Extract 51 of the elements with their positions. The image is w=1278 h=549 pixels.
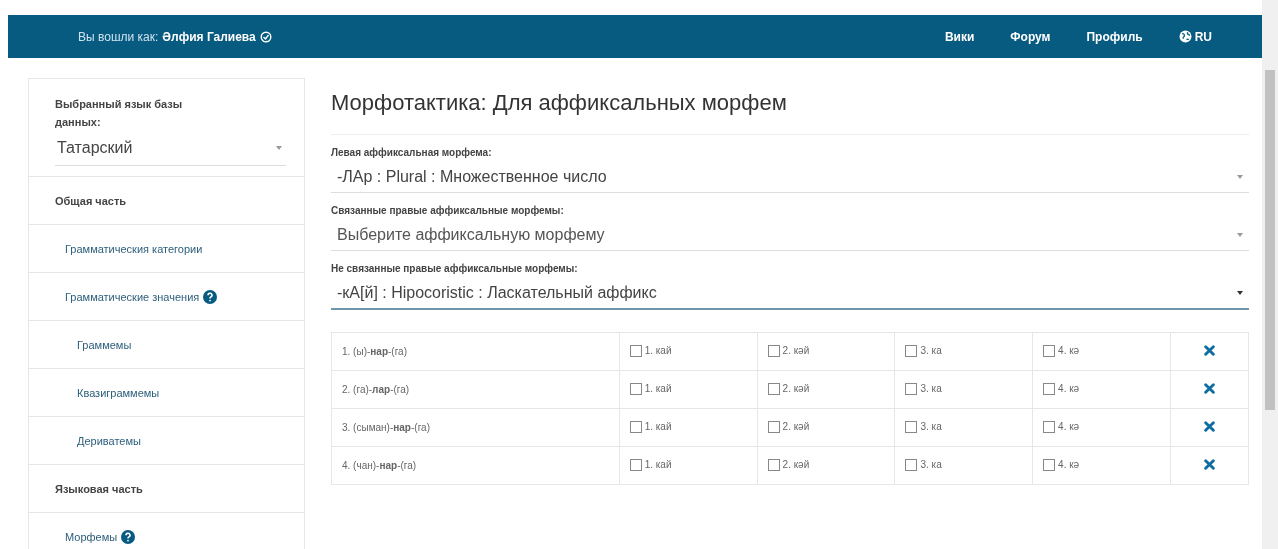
variant-checkbox[interactable]: 3. ка bbox=[905, 382, 942, 395]
delete-icon[interactable] bbox=[1203, 459, 1215, 470]
variant-checkbox[interactable]: 2. кәй bbox=[767, 344, 810, 357]
language-select[interactable]: Татарский bbox=[55, 131, 286, 166]
logged-in-label: Вы вошли как: bbox=[78, 29, 159, 44]
delete-icon[interactable] bbox=[1203, 421, 1215, 432]
sidebar-item[interactable]: Квазиграммемы bbox=[77, 386, 160, 399]
morpheme-select[interactable]: Выберите аффиксальную морфему bbox=[331, 220, 1249, 251]
field-label: Не связанные правые аффиксальные морфемы: bbox=[331, 263, 579, 274]
variant-checkbox[interactable]: 4. кә bbox=[1043, 382, 1080, 395]
morpheme-select[interactable]: -кА[й] : Hipocoristic : Ласкательный аффикс bbox=[331, 278, 1249, 310]
delete-icon[interactable] bbox=[1203, 383, 1215, 394]
morpheme-form: 1. (ы)-нар-(га) bbox=[342, 346, 407, 357]
morpheme-form: 2. (га)-лар-(га) bbox=[342, 384, 410, 395]
nav-link[interactable]: Профиль bbox=[1086, 29, 1143, 44]
sidebar-item[interactable]: Грамматическия категории bbox=[65, 242, 203, 255]
variant-checkbox[interactable]: 1. кай bbox=[629, 420, 672, 433]
page-title: Морфотактика: Для аффиксальных морфем bbox=[331, 78, 1249, 135]
sidebar-item[interactable]: Дериватемы bbox=[77, 434, 141, 447]
user-name-link[interactable]: Әлфия Галиева bbox=[162, 29, 256, 44]
sidebar-item[interactable]: Грамматические значения bbox=[65, 290, 200, 303]
nav-link[interactable]: Форум bbox=[1010, 29, 1051, 44]
variant-checkbox[interactable]: 3. ка bbox=[905, 420, 942, 433]
variant-checkbox[interactable]: 2. кәй bbox=[767, 458, 810, 471]
variant-checkbox[interactable]: 1. кай bbox=[629, 382, 672, 395]
help-icon[interactable] bbox=[203, 289, 218, 304]
morpheme-form: 3. (сыман)-нар-(га) bbox=[342, 422, 430, 433]
db-language-label: Выбранный язык базы данных: bbox=[55, 97, 184, 130]
variant-checkbox[interactable]: 4. кә bbox=[1043, 344, 1080, 357]
morpheme-select[interactable]: -ЛАр : Plural : Множественное число bbox=[331, 162, 1249, 193]
variant-checkbox[interactable]: 4. кә bbox=[1043, 458, 1080, 471]
field-label: Связанные правые аффиксальные морфемы: bbox=[331, 205, 565, 216]
variant-checkbox[interactable]: 4. кә bbox=[1043, 420, 1080, 433]
variant-checkbox[interactable]: 1. кай bbox=[629, 344, 672, 357]
sidebar-item[interactable]: Граммемы bbox=[77, 338, 132, 351]
morpheme-form: 4. (чан)-нар-(га) bbox=[342, 460, 417, 471]
section-heading: Общая часть bbox=[55, 194, 127, 207]
sidebar-item[interactable]: Морфемы bbox=[65, 530, 118, 543]
variant-checkbox[interactable]: 2. кәй bbox=[767, 420, 810, 433]
help-icon[interactable] bbox=[121, 529, 136, 544]
nav-link[interactable]: Вики bbox=[944, 29, 975, 44]
variant-checkbox[interactable]: 1. кай bbox=[629, 458, 672, 471]
section-heading: Языковая часть bbox=[55, 482, 143, 495]
logout-icon[interactable] bbox=[259, 30, 272, 43]
variant-checkbox[interactable]: 3. ка bbox=[905, 458, 942, 471]
variant-checkbox[interactable]: 3. ка bbox=[905, 344, 942, 357]
scrollbar[interactable] bbox=[1262, 0, 1278, 549]
delete-icon[interactable] bbox=[1203, 345, 1215, 356]
language-link[interactable]: RU bbox=[1178, 29, 1212, 44]
variant-checkbox[interactable]: 2. кәй bbox=[767, 382, 810, 395]
field-label: Левая аффиксальная морфема: bbox=[331, 147, 493, 158]
